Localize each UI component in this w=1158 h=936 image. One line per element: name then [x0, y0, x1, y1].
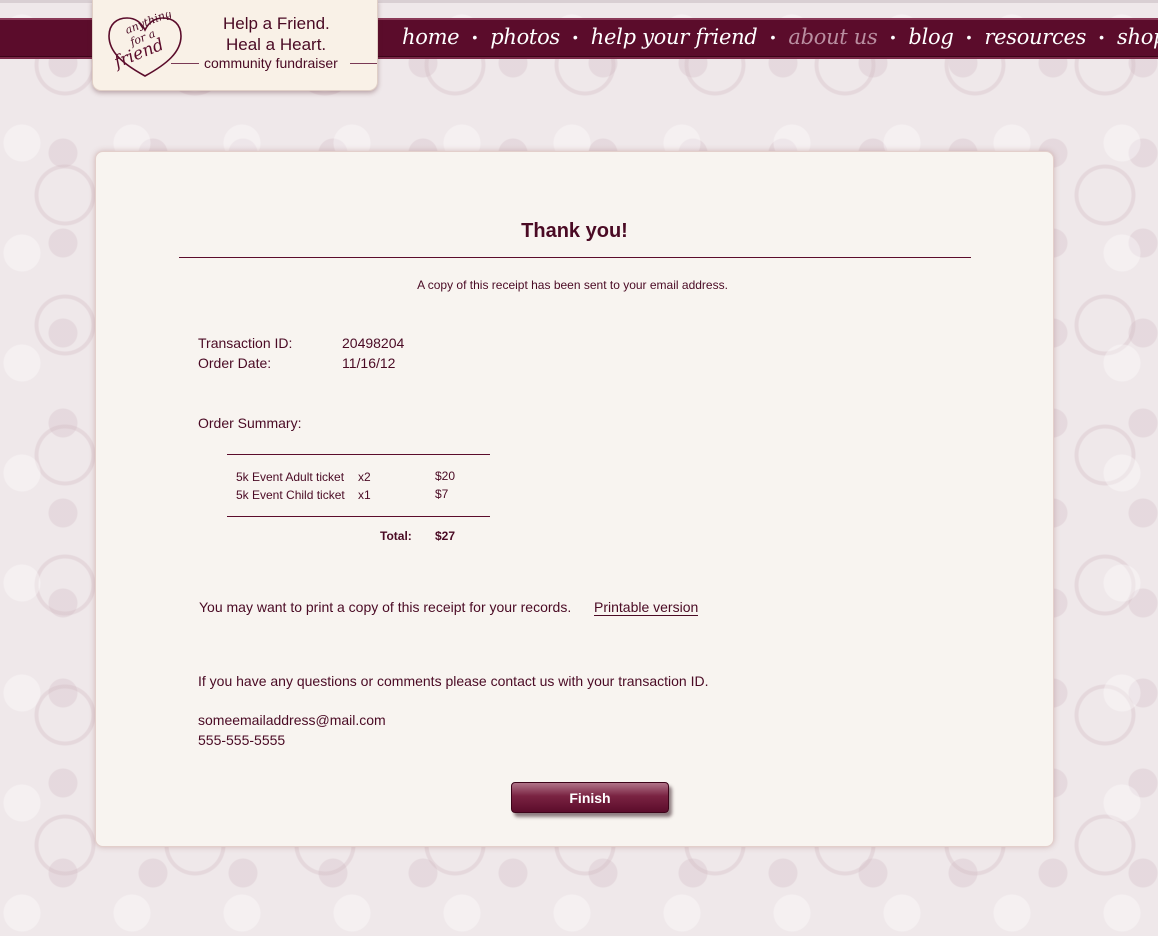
line-item-qty: x1: [358, 488, 371, 502]
nav-home[interactable]: home: [402, 25, 460, 49]
receipt-card: Thank you! A copy of this receipt has be…: [95, 151, 1054, 847]
nav-about-us[interactable]: about us: [788, 25, 877, 49]
main-nav: home • photos • help your friend • about…: [402, 22, 1158, 52]
email-note: A copy of this receipt has been sent to …: [417, 278, 728, 292]
nav-photos[interactable]: photos: [490, 25, 560, 49]
nav-shop[interactable]: shop: [1117, 25, 1158, 49]
total-label: Total:: [380, 529, 412, 543]
line-item-qty: x2: [358, 470, 371, 484]
summary-bottom-rule: [227, 516, 490, 517]
summary-top-rule: [227, 454, 490, 455]
order-date-label: Order Date:: [198, 355, 272, 371]
nav-separator: •: [1099, 29, 1104, 45]
line-item-price: $7: [435, 487, 449, 501]
nav-blog[interactable]: blog: [908, 25, 953, 49]
nav-help-your-friend[interactable]: help your friend: [591, 25, 758, 49]
title-divider: [179, 257, 971, 258]
line-item-name: 5k Event Adult ticket: [236, 470, 345, 484]
logo-tagline-2: Heal a Heart.: [226, 35, 327, 54]
nav-separator: •: [770, 29, 776, 45]
nav-separator: •: [966, 29, 972, 45]
print-note: You may want to print a copy of this rec…: [199, 599, 572, 615]
contact-phone: 555-555-5555: [198, 732, 286, 748]
contact-note: If you have any questions or comments pl…: [198, 673, 709, 689]
nav-resources[interactable]: resources: [984, 25, 1086, 49]
line-item-price: $20: [435, 469, 456, 483]
printable-version-link[interactable]: Printable version: [594, 599, 699, 616]
total-value: $27: [435, 529, 456, 543]
page-title: Thank you!: [521, 220, 628, 242]
logo-divider: [350, 63, 377, 64]
logo-divider: [171, 63, 199, 64]
nav-separator: •: [472, 29, 478, 45]
heart-logo-icon: anything for a friend: [108, 12, 182, 77]
transaction-id-value: 20498204: [342, 335, 405, 351]
logo-tagline-3: community fundraiser: [204, 55, 338, 71]
transaction-id-label: Transaction ID:: [198, 335, 293, 351]
nav-separator: •: [572, 29, 578, 45]
logo-tagline-1: Help a Friend.: [223, 14, 330, 33]
order-summary-label: Order Summary:: [198, 415, 302, 431]
order-date-value: 11/16/12: [342, 355, 396, 371]
finish-button[interactable]: Finish: [511, 782, 669, 813]
contact-email: someemailaddress@mail.com: [198, 712, 386, 728]
nav-separator: •: [890, 29, 896, 45]
site-logo[interactable]: anything for a friend Help a Friend. Hea…: [92, 0, 378, 91]
line-item-name: 5k Event Child ticket: [236, 488, 345, 502]
